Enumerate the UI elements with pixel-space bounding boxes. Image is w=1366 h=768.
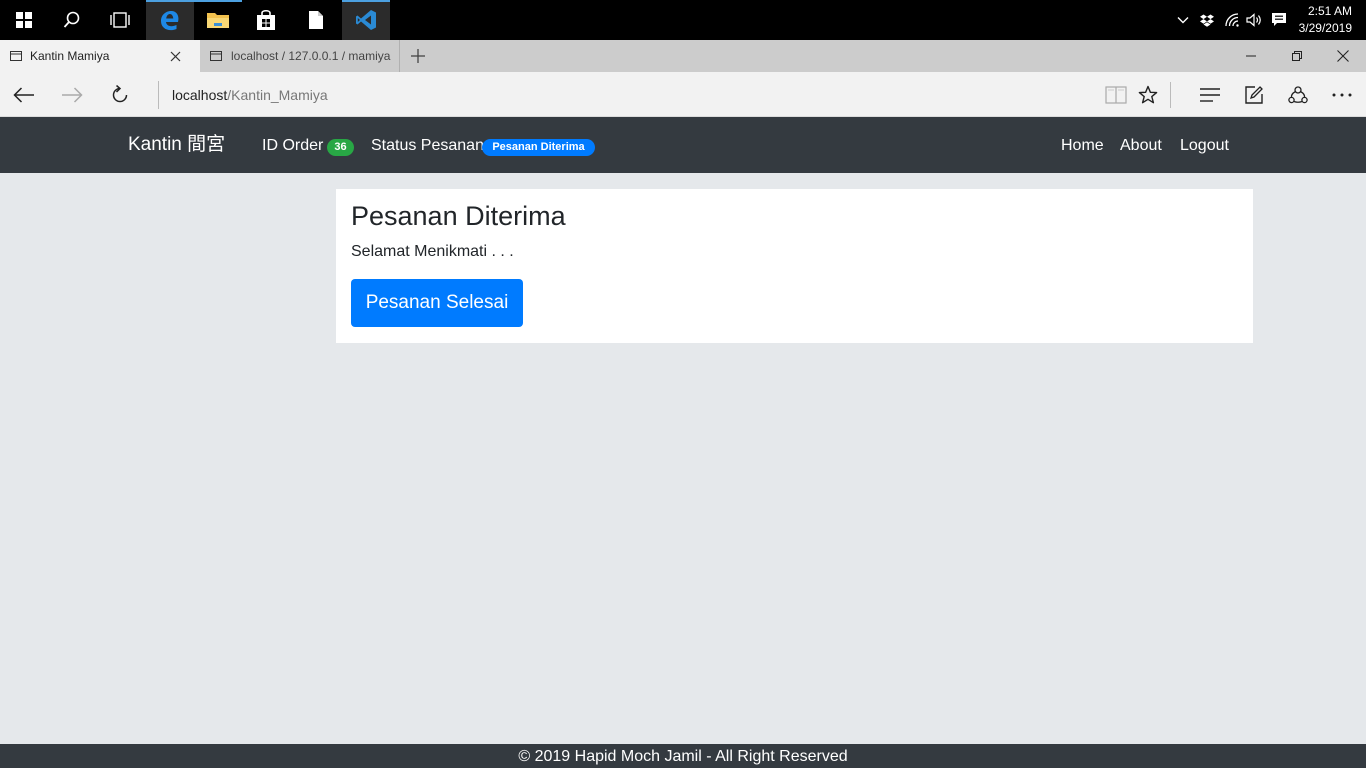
pen-note-icon xyxy=(1245,85,1263,104)
volume-icon xyxy=(1246,13,1261,27)
vscode-icon xyxy=(356,10,376,30)
url-host: localhost xyxy=(172,87,228,103)
clock-date: 3/29/2019 xyxy=(1298,21,1352,35)
site-navbar: Kantin 間宮 ID Order 36 Status Pesanan Pes… xyxy=(0,117,1366,173)
nav-link-logout[interactable]: Logout xyxy=(1180,136,1229,156)
footer-copyright: © 2019 Hapid Moch Jamil - All Right Rese… xyxy=(518,748,848,765)
pesanan-selesai-button[interactable]: Pesanan Selesai xyxy=(351,279,523,327)
more-button[interactable] xyxy=(1320,72,1364,117)
order-status-card: Pesanan Diterima Selamat Menikmati . . .… xyxy=(336,189,1253,343)
store-bag-icon xyxy=(257,9,275,30)
minimize-button[interactable] xyxy=(1228,40,1274,72)
hub-button[interactable] xyxy=(1188,72,1232,117)
id-order-label: ID Order xyxy=(262,137,324,154)
nav-link-about[interactable]: About xyxy=(1120,136,1162,156)
back-arrow-icon xyxy=(13,86,34,103)
navbar-brand[interactable]: Kantin 間宮 xyxy=(128,133,225,157)
new-tab-button[interactable] xyxy=(395,40,441,72)
folder-icon xyxy=(207,13,229,28)
status-badge: Pesanan Diterima xyxy=(482,139,595,156)
close-icon xyxy=(1337,50,1349,62)
document-button[interactable] xyxy=(292,0,340,40)
web-note-button[interactable] xyxy=(1232,72,1276,117)
windows-taskbar: 2:51 AM 3/29/2019 xyxy=(0,0,1366,40)
more-dots-icon xyxy=(1332,93,1352,96)
address-input[interactable]: localhost/Kantin_Mamiya xyxy=(158,81,328,109)
page-icon xyxy=(10,51,22,61)
reading-view-icon xyxy=(1105,85,1127,104)
action-center-tray[interactable] xyxy=(1268,0,1290,40)
clock-time: 2:51 AM xyxy=(1307,4,1352,18)
task-view-button[interactable] xyxy=(96,0,144,40)
forward-arrow-icon xyxy=(62,86,83,103)
wifi-tray[interactable] xyxy=(1222,0,1244,40)
dropbox-icon xyxy=(1200,14,1214,27)
restore-icon xyxy=(1292,51,1302,61)
forward-button[interactable] xyxy=(48,72,96,117)
star-icon xyxy=(1138,85,1158,103)
close-tab-icon[interactable] xyxy=(170,51,181,62)
id-order-badge: 36 xyxy=(327,139,354,156)
back-button[interactable] xyxy=(0,72,48,117)
favorite-button[interactable] xyxy=(1126,72,1170,117)
notification-icon xyxy=(1272,13,1286,26)
search-icon xyxy=(63,11,80,28)
tab-title: Kantin Mamiya xyxy=(30,49,110,63)
edge-browser-icon xyxy=(161,10,179,31)
browser-tab-strip: Kantin Mamiya localhost / 127.0.0.1 / ma… xyxy=(0,40,1366,72)
status-pesanan-label: Status Pesanan xyxy=(371,137,484,154)
document-icon xyxy=(309,11,323,29)
toolbar-separator xyxy=(1170,82,1171,108)
tab-kantin-mamiya[interactable]: Kantin Mamiya xyxy=(0,40,200,72)
vscode-button[interactable] xyxy=(342,0,390,40)
wifi-icon xyxy=(1225,13,1239,27)
nav-link-home[interactable]: Home xyxy=(1061,136,1104,156)
windows-icon xyxy=(16,12,32,28)
edge-taskbar-button[interactable] xyxy=(146,0,194,40)
dropbox-tray[interactable] xyxy=(1196,0,1218,40)
refresh-icon xyxy=(112,84,128,102)
store-button[interactable] xyxy=(242,0,290,40)
close-window-button[interactable] xyxy=(1320,40,1366,72)
status-message: Selamat Menikmati . . . xyxy=(351,243,514,260)
browser-address-bar: localhost/Kantin_Mamiya xyxy=(0,72,1366,117)
start-button[interactable] xyxy=(0,0,48,40)
share-button[interactable] xyxy=(1276,72,1320,117)
site-footer: © 2019 Hapid Moch Jamil - All Right Rese… xyxy=(0,744,1366,768)
plus-icon xyxy=(411,49,425,63)
minimize-icon xyxy=(1246,55,1256,57)
search-button[interactable] xyxy=(48,0,96,40)
page-icon xyxy=(210,51,222,61)
refresh-button[interactable] xyxy=(96,72,144,117)
url-path: /Kantin_Mamiya xyxy=(227,87,328,103)
volume-tray[interactable] xyxy=(1244,0,1266,40)
tab-title: localhost / 127.0.0.1 / mamiya xyxy=(231,49,391,63)
task-view-icon xyxy=(110,12,130,28)
taskbar-clock[interactable]: 2:51 AM 3/29/2019 xyxy=(1290,3,1352,37)
chevron-up-icon xyxy=(1177,17,1189,24)
page-title: Pesanan Diterima xyxy=(351,201,566,231)
show-hidden-icons[interactable] xyxy=(1174,0,1192,40)
share-icon xyxy=(1288,85,1308,103)
hub-icon xyxy=(1200,87,1220,102)
tab-localhost-phpmyadmin[interactable]: localhost / 127.0.0.1 / mamiya xyxy=(201,40,400,72)
file-explorer-button[interactable] xyxy=(194,0,242,40)
restore-button[interactable] xyxy=(1274,40,1320,72)
